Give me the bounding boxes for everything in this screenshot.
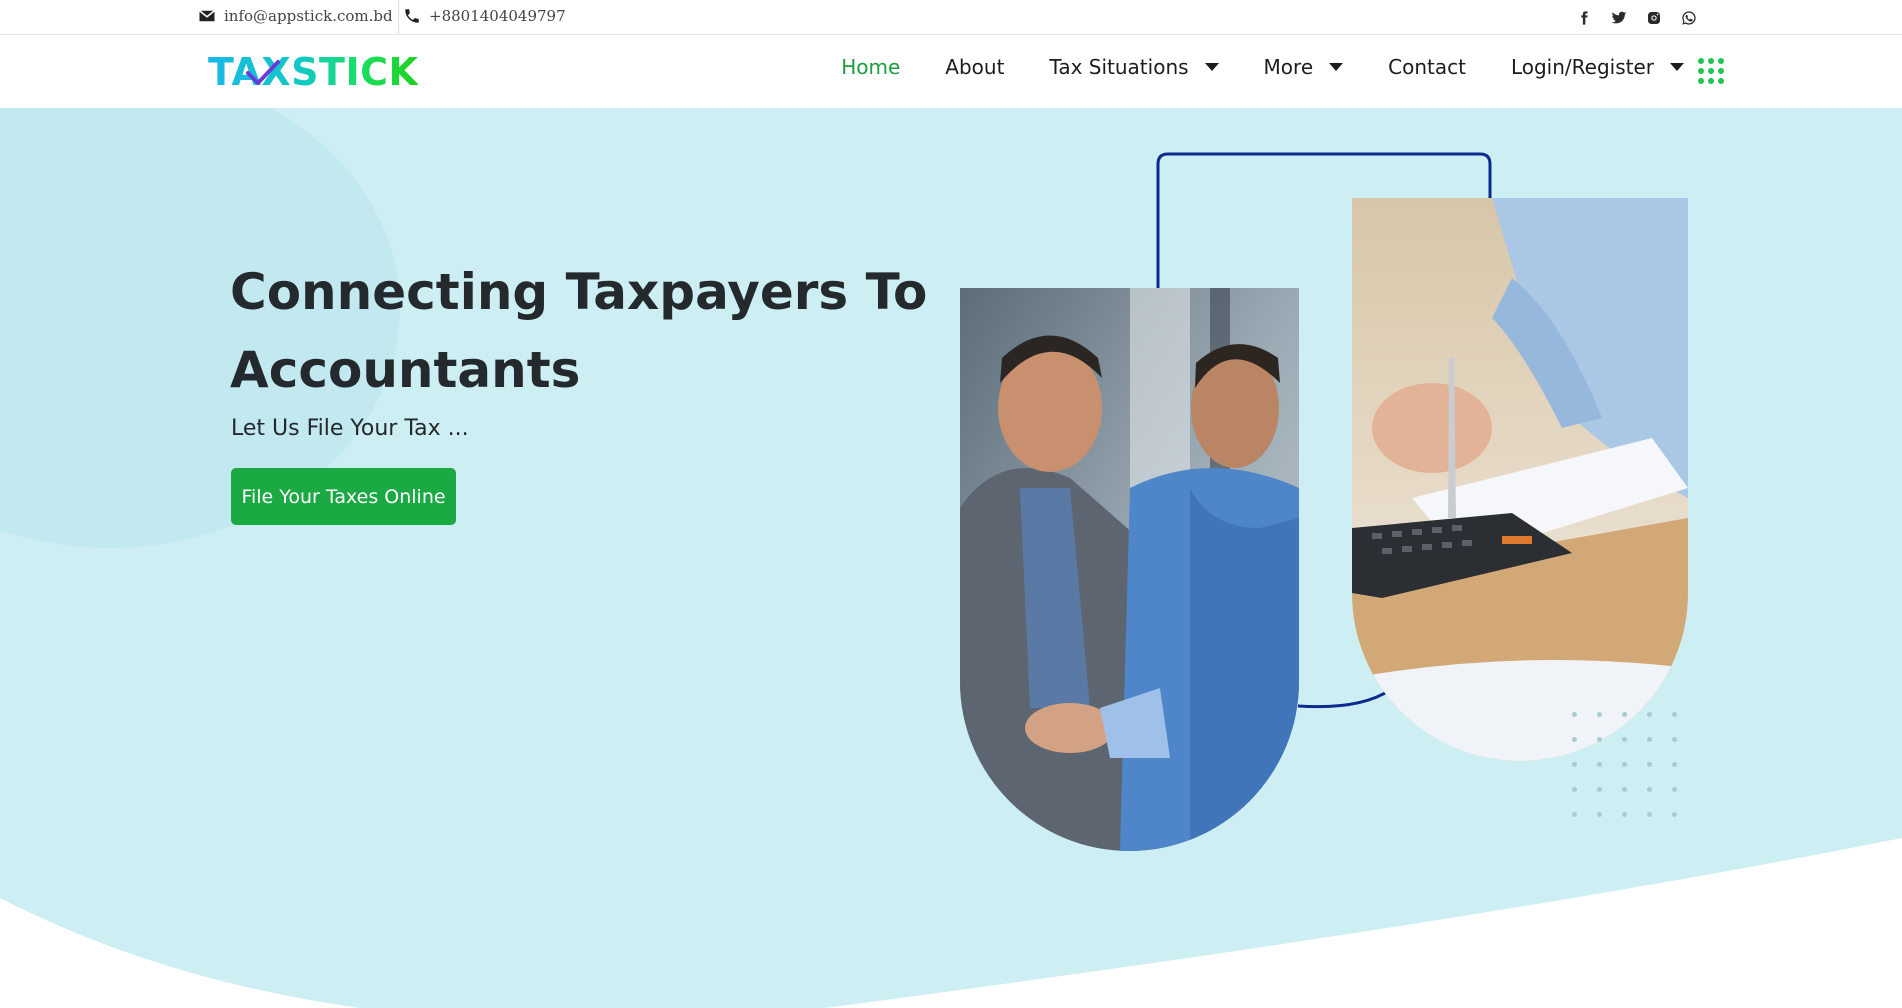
logo-text: TAXSTICK [208,50,419,94]
twitter-icon[interactable] [1610,9,1628,27]
email-contact[interactable]: info@appstick.com.bd [198,7,393,25]
nav-about[interactable]: About [945,55,1004,79]
apps-grid-icon[interactable] [1698,58,1724,84]
email-text: info@appstick.com.bd [224,7,393,25]
facebook-icon[interactable] [1575,9,1593,27]
caret-down-icon [1329,63,1344,71]
mail-icon [199,10,215,22]
nav-about-label: About [945,55,1005,79]
caret-down-icon [1670,63,1684,71]
top-bar: info@appstick.com.bd +8801404049797 [0,0,1902,35]
nav-more-label: More [1263,55,1314,79]
topbar-divider [398,0,399,34]
nav-tax-situations-label: Tax Situations [1049,55,1189,79]
instagram-icon[interactable] [1645,9,1663,27]
hero-headline: Connecting Taxpayers To Accountants [230,263,928,399]
nav-home[interactable]: Home [841,55,900,79]
nav-contact[interactable]: Contact [1388,55,1466,79]
phone-contact[interactable]: +8801404049797 [403,7,566,25]
nav-login-register-label: Login/Register [1510,55,1654,79]
logo-check-mark [246,60,280,85]
nav-tax-situations[interactable]: Tax Situations [1049,55,1219,79]
nav-login-register[interactable]: Login/Register [1511,55,1684,79]
main-header: TAXSTICK Home About Tax Situations More … [0,35,1902,108]
taxstick-logo[interactable]: TAXSTICK [208,47,418,97]
caret-down-icon [1204,63,1219,71]
phone-text: +8801404049797 [429,7,566,25]
nav-more[interactable]: More [1264,55,1344,79]
nav-contact-label: Contact [1388,55,1466,79]
page: info@appstick.com.bd +8801404049797 TAXS… [0,0,1902,1008]
hero-subline: Let Us File Your Tax ... [231,416,469,441]
whatsapp-icon[interactable] [1680,9,1698,27]
decorative-dots [1572,712,1677,817]
main-nav: Home About Tax Situations More Contact L… [796,55,1684,79]
phone-icon [405,9,419,23]
nav-home-label: Home [841,55,901,79]
handshake-photo [960,288,1299,851]
file-taxes-online-button[interactable]: File Your Taxes Online [231,468,456,525]
social-links [1575,9,1698,27]
calculator-photo [1352,198,1688,761]
hero-section: Connecting Taxpayers To Accountants Let … [0,108,1902,1008]
